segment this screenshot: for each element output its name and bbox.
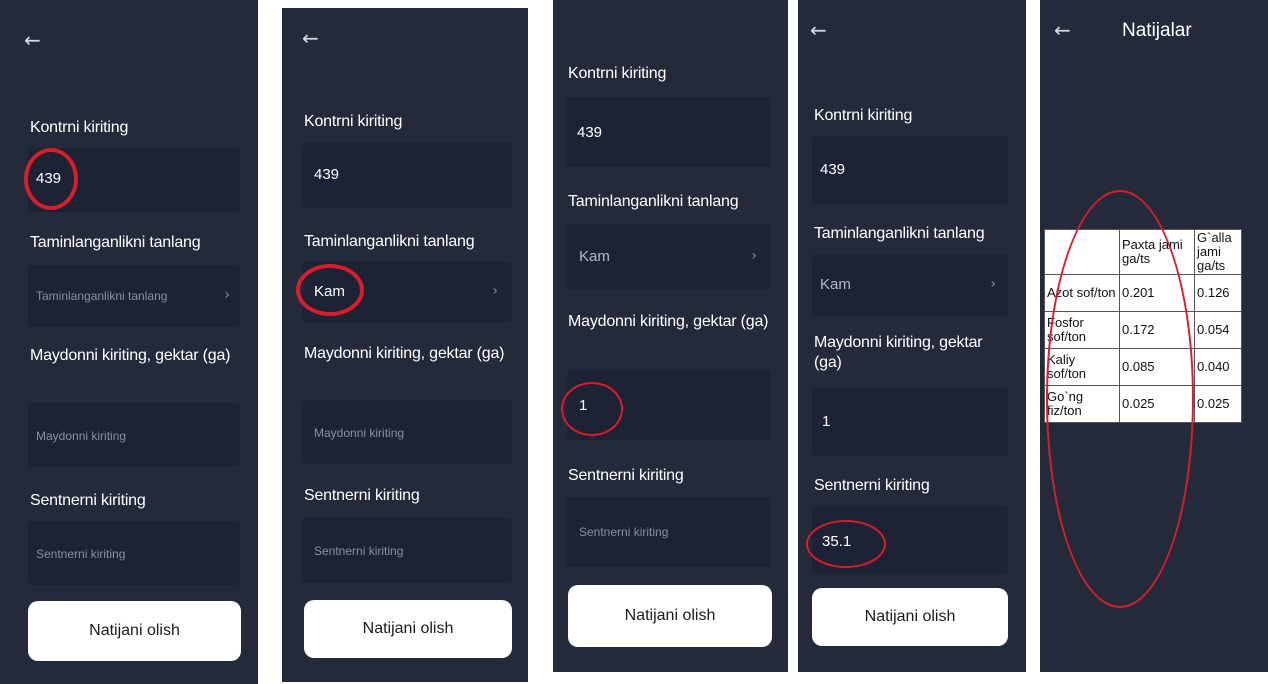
taminlanganlik-select[interactable]: Taminlanganlikni tanlang › bbox=[28, 265, 240, 327]
taminlanganlik-label: Taminlanganlikni tanlang bbox=[30, 234, 201, 251]
cell-value: 0.126 bbox=[1194, 274, 1242, 312]
taminlanganlik-value: Kam bbox=[579, 248, 610, 265]
kontur-value: 439 bbox=[820, 161, 846, 178]
maydon-label: Maydonni kiriting, gektar (ga) bbox=[304, 345, 505, 362]
highlight-ellipse bbox=[1046, 190, 1194, 608]
maydon-label: Maydonni kiriting, gektar (ga) bbox=[814, 334, 983, 371]
maydon-value: 1 bbox=[822, 413, 831, 430]
taminlanganlik-label: Taminlanganlikni tanlang bbox=[814, 225, 985, 242]
maydon-input[interactable]: 1 bbox=[812, 388, 1008, 456]
highlight-circle bbox=[24, 148, 78, 210]
natijani-olish-button[interactable]: Natijani olish bbox=[304, 600, 512, 658]
screen-3-enter-maydon: Kontrni kiriting 439 Taminlanganlikni ta… bbox=[553, 0, 788, 672]
maydon-input[interactable]: Maydonni kiriting bbox=[28, 403, 240, 467]
sentner-placeholder: Sentnerni kiriting bbox=[579, 525, 669, 539]
kontur-label: Kontrni kiriting bbox=[568, 65, 667, 82]
kontur-label: Kontrni kiriting bbox=[30, 119, 129, 136]
maydon-placeholder: Maydonni kiriting bbox=[314, 426, 405, 440]
screen-2-select-kam: ← Kontrni kiriting 439 Taminlanganlikni … bbox=[282, 8, 528, 682]
maydon-label: Maydonni kiriting, gektar (ga) bbox=[568, 313, 769, 330]
screen-1-empty-form: ← Kontrni kiriting 439 Taminlanganlikni … bbox=[0, 0, 258, 684]
kontur-value: 439 bbox=[314, 166, 340, 183]
chevron-right-icon: › bbox=[990, 276, 996, 292]
kontur-input[interactable]: 439 bbox=[567, 97, 771, 167]
sentner-label: Sentnerni kiriting bbox=[304, 487, 420, 504]
sentner-label: Sentnerni kiriting bbox=[30, 492, 146, 509]
sentner-label: Sentnerni kiriting bbox=[568, 467, 684, 484]
back-arrow-icon[interactable]: ← bbox=[24, 30, 41, 50]
sentner-input[interactable]: Sentnerni kiriting bbox=[302, 517, 512, 583]
natijani-olish-button[interactable]: Natijani olish bbox=[28, 601, 241, 661]
taminlanganlik-select[interactable]: Kam › bbox=[812, 254, 1008, 316]
sentner-label: Sentnerni kiriting bbox=[814, 477, 930, 494]
taminlanganlik-value: Kam bbox=[820, 276, 851, 293]
kontur-value: 439 bbox=[577, 124, 603, 141]
cell-value: 0.025 bbox=[1194, 385, 1242, 423]
kontur-input[interactable]: 439 bbox=[812, 136, 1008, 204]
natijani-olish-button[interactable]: Natijani olish bbox=[812, 588, 1008, 646]
cell-value: 0.040 bbox=[1194, 348, 1242, 386]
sentner-placeholder: Sentnerni kiriting bbox=[314, 544, 404, 558]
highlight-circle bbox=[561, 382, 623, 436]
kontur-label: Kontrni kiriting bbox=[304, 113, 403, 130]
kontur-input[interactable]: 439 bbox=[302, 142, 512, 208]
taminlanganlik-label: Taminlanganlikni tanlang bbox=[304, 233, 475, 250]
taminlanganlik-placeholder: Taminlanganlikni tanlang bbox=[36, 289, 168, 303]
taminlanganlik-label: Taminlanganlikni tanlang bbox=[568, 193, 739, 210]
maydon-label: Maydonni kiriting, gektar (ga) bbox=[30, 347, 231, 364]
sentner-input[interactable]: Sentnerni kiriting bbox=[28, 521, 240, 585]
header-galla: G`alla jami ga/ts bbox=[1194, 229, 1242, 275]
screen-5-results: ← Natijalar Paxta jami ga/ts G`alla jami… bbox=[1040, 0, 1268, 672]
page-title: Natijalar bbox=[1122, 20, 1192, 41]
chevron-right-icon: › bbox=[751, 248, 757, 264]
taminlanganlik-select[interactable]: Kam › bbox=[567, 224, 771, 290]
chevron-right-icon: › bbox=[492, 283, 498, 299]
kontur-label: Kontrni kiriting bbox=[814, 107, 913, 124]
maydon-placeholder: Maydonni kiriting bbox=[36, 429, 127, 443]
screen-4-enter-sentner: ← Kontrni kiriting 439 Taminlanganlikni … bbox=[798, 0, 1026, 672]
back-arrow-icon[interactable]: ← bbox=[302, 28, 319, 48]
highlight-circle bbox=[806, 520, 886, 568]
natijani-olish-button[interactable]: Natijani olish bbox=[568, 585, 772, 647]
cell-value: 0.054 bbox=[1194, 311, 1242, 349]
back-arrow-icon[interactable]: ← bbox=[810, 20, 827, 40]
sentner-input[interactable]: Sentnerni kiriting bbox=[567, 497, 771, 567]
highlight-circle bbox=[296, 264, 364, 316]
sentner-placeholder: Sentnerni kiriting bbox=[36, 547, 126, 561]
back-arrow-icon[interactable]: ← bbox=[1054, 20, 1071, 40]
chevron-right-icon: › bbox=[224, 287, 230, 303]
maydon-input[interactable]: Maydonni kiriting bbox=[302, 400, 512, 464]
